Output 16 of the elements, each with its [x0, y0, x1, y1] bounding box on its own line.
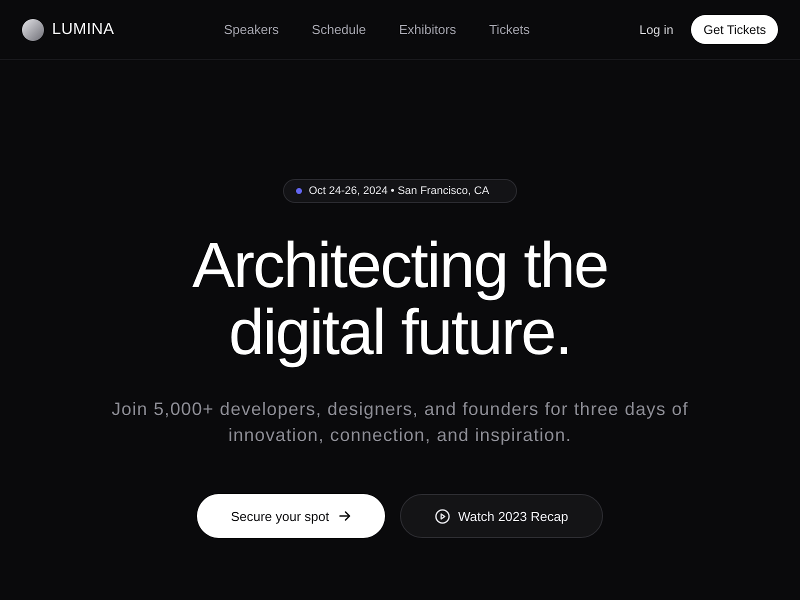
- watch-recap-button[interactable]: Watch 2023 Recap: [400, 494, 604, 538]
- event-date-location: Oct 24-26, 2024 • San Francisco, CA: [308, 185, 490, 197]
- hero-subtitle: Join 5,000+ developers, designers, and founders for three days of innovation, connection, and inspiration.: [110, 398, 690, 447]
- get-tickets-button[interactable]: Get Tickets: [691, 15, 778, 44]
- hero-headline: Architecting the digital future.: [191, 232, 609, 366]
- nav-link[interactable]: Speakers: [224, 22, 279, 37]
- logo-text[interactable]: LUMINA: [52, 20, 114, 38]
- arrow-right-icon: [339, 510, 352, 522]
- nav-link[interactable]: Exhibitors: [399, 22, 456, 37]
- nav-link[interactable]: Schedule: [312, 22, 366, 37]
- login-link[interactable]: Log in: [639, 22, 674, 36]
- play-circle-icon: [435, 508, 450, 524]
- logo-icon: [22, 18, 44, 40]
- nav-link[interactable]: Tickets: [489, 22, 530, 37]
- status-dot-icon: [296, 188, 302, 194]
- secure-spot-button[interactable]: Secure your spot: [196, 494, 386, 538]
